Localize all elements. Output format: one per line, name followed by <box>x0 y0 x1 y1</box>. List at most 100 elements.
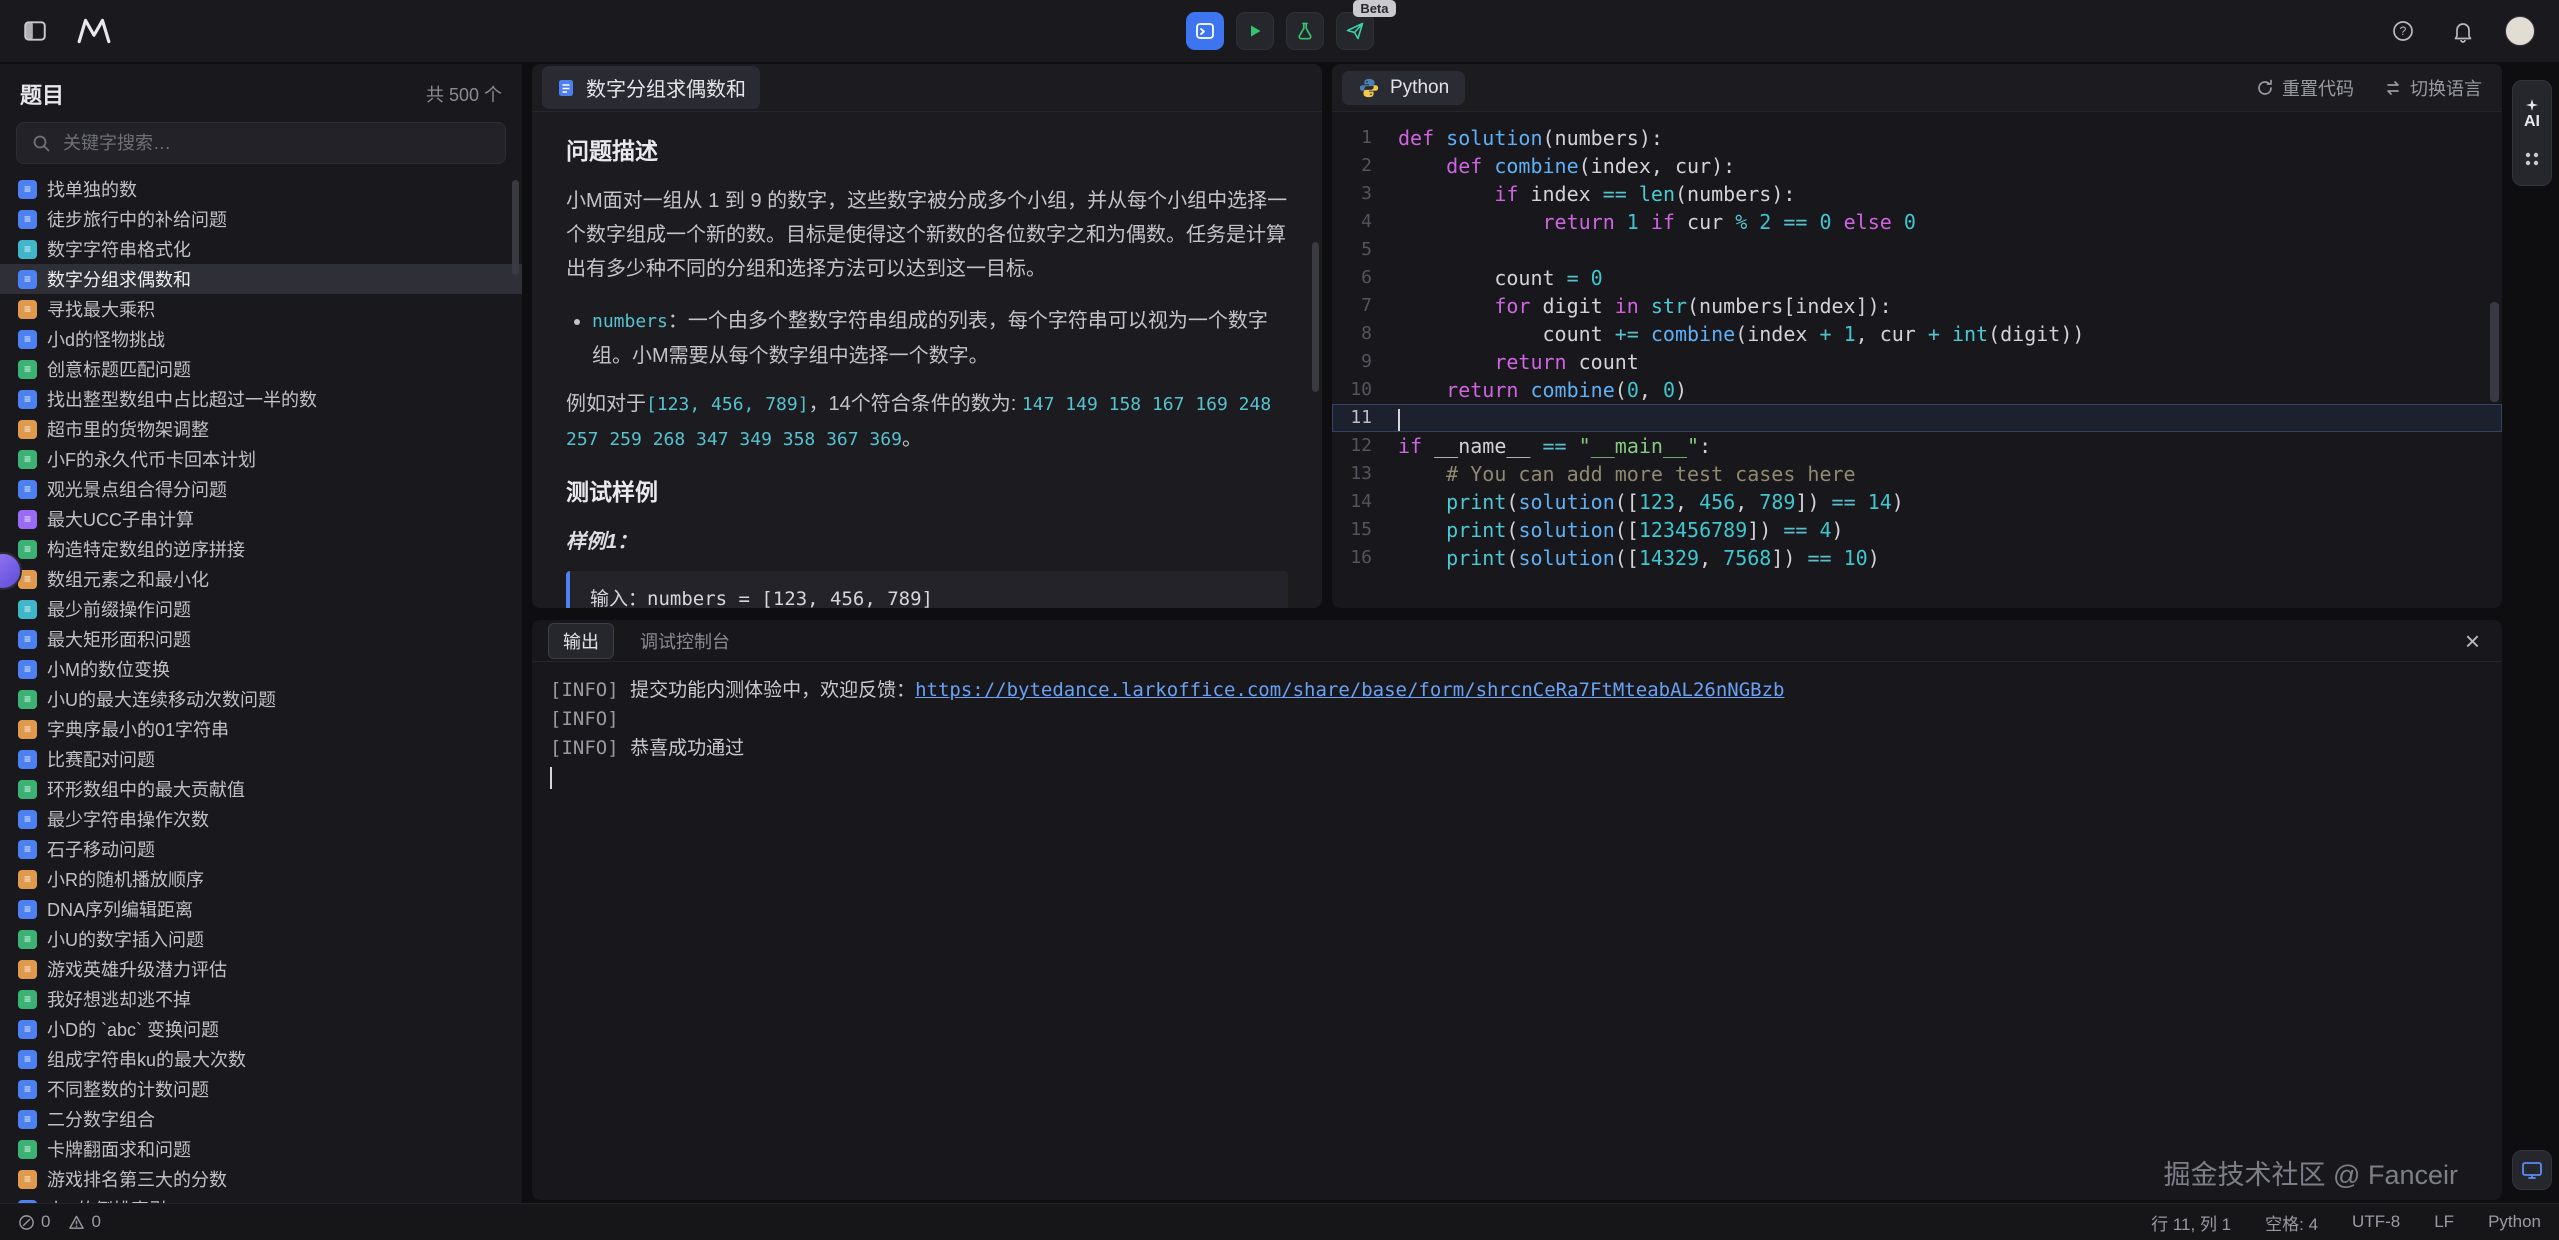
warnings-indicator[interactable]: 0 <box>68 1212 100 1232</box>
editor-scrollbar-thumb[interactable] <box>2490 302 2499 402</box>
search-input[interactable] <box>61 132 491 155</box>
ai-assistant-button[interactable]: AI <box>2518 98 2546 132</box>
play-icon <box>1246 22 1264 40</box>
code-text: count += combine(index + 1, cur + int(di… <box>1398 320 2084 348</box>
sidebar-problem-item[interactable]: ≡组成字符串ku的最大次数 <box>0 1044 522 1074</box>
run-button[interactable] <box>1236 12 1274 50</box>
code-line[interactable]: 12if __name__ == "__main__": <box>1332 432 2502 460</box>
sidebar-problem-item[interactable]: ≡数字分组求偶数和 <box>0 264 522 294</box>
sidebar-problem-item[interactable]: ≡小M的数位变换 <box>0 654 522 684</box>
screen-share-button[interactable] <box>2512 1150 2552 1190</box>
sidebar-problem-item[interactable]: ≡我好想逃却逃不掉 <box>0 984 522 1014</box>
sidebar-problem-item[interactable]: ≡字典序最小的01字符串 <box>0 714 522 744</box>
switch-language-button[interactable]: 切换语言 <box>2384 75 2482 101</box>
problem-type-icon: ≡ <box>18 420 37 439</box>
sidebar-problem-item[interactable]: ≡最少前缀操作问题 <box>0 594 522 624</box>
sidebar-problem-item[interactable]: ≡石子移动问题 <box>0 834 522 864</box>
code-line[interactable]: 4 return 1 if cur % 2 == 0 else 0 <box>1332 208 2502 236</box>
app-logo[interactable] <box>70 11 118 51</box>
help-button[interactable]: ? <box>2385 13 2421 49</box>
code-line[interactable]: 9 return count <box>1332 348 2502 376</box>
warning-icon <box>68 1214 85 1231</box>
notifications-button[interactable] <box>2445 13 2481 49</box>
language-tab[interactable]: Python <box>1342 71 1465 105</box>
log-level-tag: [INFO] <box>550 679 619 701</box>
sidebar-problem-item[interactable]: ≡比赛配对问题 <box>0 744 522 774</box>
code-line[interactable]: 6 count = 0 <box>1332 264 2502 292</box>
description-paragraph: 小M面对一组从 1 到 9 的数字，这些数字被分成多个小组，并从每个小组中选择一… <box>566 184 1288 286</box>
sidebar-problem-item[interactable]: ≡最大UCC子串计算 <box>0 504 522 534</box>
sidebar-problem-item[interactable]: ≡小U的数字插入问题 <box>0 924 522 954</box>
user-avatar[interactable] <box>2505 16 2535 46</box>
status-item[interactable]: LF <box>2434 1212 2454 1232</box>
sidebar-toggle-button[interactable] <box>16 12 54 50</box>
code-line[interactable]: 14 print(solution([123, 456, 789]) == 14… <box>1332 488 2502 516</box>
code-line[interactable]: 13 # You can add more test cases here <box>1332 460 2502 488</box>
problem-scrollbar-thumb[interactable] <box>1312 242 1319 392</box>
paper-plane-icon <box>1345 21 1365 41</box>
console-line: [INFO] <box>550 705 2484 734</box>
reset-code-button[interactable]: 重置代码 <box>2256 75 2354 101</box>
sidebar-problem-item[interactable]: ≡创意标题匹配问题 <box>0 354 522 384</box>
code-line[interactable]: 8 count += combine(index + 1, cur + int(… <box>1332 320 2502 348</box>
sidebar-problem-item[interactable]: ≡最少字符串操作次数 <box>0 804 522 834</box>
plugins-button[interactable] <box>2517 149 2547 169</box>
sidebar-problem-item[interactable]: ≡小d的怪物挑战 <box>0 324 522 354</box>
self-test-button[interactable] <box>1286 12 1324 50</box>
sidebar-problem-item[interactable]: ≡最大矩形面积问题 <box>0 624 522 654</box>
problem-tab[interactable]: 数字分组求偶数和 <box>542 66 760 109</box>
status-item[interactable]: 空格: 4 <box>2265 1210 2318 1235</box>
sidebar-problem-item[interactable]: ≡小D的 `abc` 变换问题 <box>0 1014 522 1044</box>
code-line[interactable]: 5 <box>1332 236 2502 264</box>
code-line[interactable]: 7 for digit in str(numbers[index]): <box>1332 292 2502 320</box>
sidebar-problem-item[interactable]: ≡构造特定数组的逆序拼接 <box>0 534 522 564</box>
ai-label: AI <box>2524 113 2540 131</box>
tab-debug-console[interactable]: 调试控制台 <box>640 628 730 654</box>
sidebar-problem-item[interactable]: ≡环形数组中的最大贡献值 <box>0 774 522 804</box>
grid-dots-icon <box>2523 150 2541 168</box>
sidebar-problem-item[interactable]: ≡观光景点组合得分问题 <box>0 474 522 504</box>
code-line[interactable]: 2 def combine(index, cur): <box>1332 152 2502 180</box>
status-item[interactable]: Python <box>2488 1212 2541 1232</box>
search-box[interactable] <box>16 122 506 164</box>
sidebar-problem-item[interactable]: ≡小F的永久代币卡回本计划 <box>0 444 522 474</box>
switch-language-label: 切换语言 <box>2410 75 2482 101</box>
code-line[interactable]: 10 return combine(0, 0) <box>1332 376 2502 404</box>
sidebar-scrollbar-thumb[interactable] <box>512 180 519 275</box>
submit-button[interactable] <box>1336 12 1374 50</box>
sidebar-problem-item[interactable]: ≡找出整型数组中占比超过一半的数 <box>0 384 522 414</box>
sample-box: 输入：numbers = [123, 456, 789] 输出：14 <box>566 571 1288 608</box>
sidebar-problem-item[interactable]: ≡DNA序列编辑距离 <box>0 894 522 924</box>
code-line[interactable]: 15 print(solution([123456789]) == 4) <box>1332 516 2502 544</box>
close-console-button[interactable]: × <box>2459 627 2486 655</box>
sidebar-problem-item[interactable]: ≡超市里的货物架调整 <box>0 414 522 444</box>
code-line[interactable]: 3 if index == len(numbers): <box>1332 180 2502 208</box>
tab-output[interactable]: 输出 <box>548 623 614 659</box>
sidebar-problem-item[interactable]: ≡寻找最大乘积 <box>0 294 522 324</box>
debug-button[interactable] <box>1186 12 1224 50</box>
sidebar-problem-item[interactable]: ≡找单独的数 <box>0 174 522 204</box>
feedback-link[interactable]: https://bytedance.larkoffice.com/share/b… <box>915 679 1784 701</box>
code-line[interactable]: 16 print(solution([14329, 7568]) == 10) <box>1332 544 2502 572</box>
sidebar-problem-item[interactable]: ≡数组元素之和最小化 <box>0 564 522 594</box>
errors-indicator[interactable]: 0 <box>18 1212 50 1232</box>
code-area[interactable]: 1def solution(numbers):2 def combine(ind… <box>1332 112 2502 572</box>
code-line[interactable]: 1def solution(numbers): <box>1332 124 2502 152</box>
problem-content: 问题描述 小M面对一组从 1 到 9 的数字，这些数字被分成多个小组，并从每个小… <box>532 112 1322 608</box>
code-text: return count <box>1398 348 1639 376</box>
status-item[interactable]: 行 11, 列 1 <box>2151 1210 2231 1235</box>
sidebar-problem-item[interactable]: ≡游戏排名第三大的分数 <box>0 1164 522 1194</box>
sidebar-problem-item[interactable]: ≡小R的随机播放顺序 <box>0 864 522 894</box>
parameter-description: ：一个由多个整数字符串组成的列表，每个字符串可以视为一个数字组。小M需要从每个数… <box>592 310 1268 367</box>
sidebar-problem-item[interactable]: ≡小U的最大连续移动次数问题 <box>0 684 522 714</box>
sidebar-problem-item[interactable]: ≡不同整数的计数问题 <box>0 1074 522 1104</box>
problem-type-icon: ≡ <box>18 360 37 379</box>
sidebar-problem-item[interactable]: ≡游戏英雄升级潜力评估 <box>0 954 522 984</box>
sidebar-problem-item[interactable]: ≡徒步旅行中的补给问题 <box>0 204 522 234</box>
code-line[interactable]: 11 <box>1332 404 2502 432</box>
sidebar-problem-item[interactable]: ≡数字字符串格式化 <box>0 234 522 264</box>
sidebar-problem-item[interactable]: ≡小S的倒排索引 <box>0 1194 522 1203</box>
sidebar-problem-item[interactable]: ≡二分数字组合 <box>0 1104 522 1134</box>
status-item[interactable]: UTF-8 <box>2352 1212 2400 1232</box>
sidebar-problem-item[interactable]: ≡卡牌翻面求和问题 <box>0 1134 522 1164</box>
